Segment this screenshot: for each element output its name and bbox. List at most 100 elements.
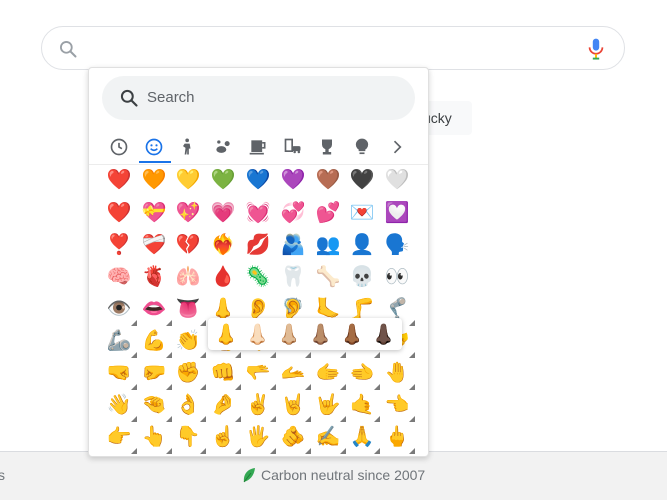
emoji-cell[interactable]: 👋 xyxy=(104,389,137,422)
emoji-cell[interactable]: 🧠 xyxy=(104,261,134,291)
emoji-cell[interactable]: ❤️‍🔥 xyxy=(208,229,238,259)
emoji-cell[interactable]: 🤘 xyxy=(278,389,311,422)
emoji-cell[interactable]: 🫁 xyxy=(173,261,203,291)
emoji-cell[interactable]: 🤙 xyxy=(347,389,380,422)
emoji-cell[interactable]: 🤎 xyxy=(313,164,343,194)
emoji-cell[interactable]: 👤 xyxy=(347,229,377,259)
emoji-cell[interactable]: 👅 xyxy=(173,293,206,326)
emoji-cell[interactable]: 💀 xyxy=(347,261,377,291)
emoji-cell[interactable]: 💛 xyxy=(173,164,203,194)
emoji-cell[interactable]: ✍️ xyxy=(313,421,346,454)
emoji-cell[interactable]: 💟 xyxy=(382,197,412,227)
emoji-cell[interactable]: ❣️ xyxy=(104,229,134,259)
emoji-cell[interactable]: 👌 xyxy=(173,389,206,422)
skin-tone-option[interactable]: 👃🏼 xyxy=(274,319,304,349)
emoji-cell[interactable]: 👊 xyxy=(208,357,241,390)
emoji-cell[interactable]: 👁️ xyxy=(104,293,137,326)
emoji-cell[interactable]: ☝️ xyxy=(208,421,241,454)
emoji-cell[interactable]: 🤌 xyxy=(208,389,241,422)
skin-tone-popup: 👃 👃🏻 👃🏼 👃🏽 👃🏾 👃🏿 xyxy=(208,318,402,350)
emoji-cell[interactable]: 🤚 xyxy=(382,357,415,390)
emoji-cell[interactable]: 💕 xyxy=(313,197,343,227)
emoji-cell[interactable]: 👆 xyxy=(139,421,172,454)
emoji-cell[interactable]: 🫱 xyxy=(313,357,346,390)
emoji-cell[interactable]: 🖐️ xyxy=(243,421,276,454)
category-food[interactable] xyxy=(247,136,269,158)
emoji-cell[interactable]: 👥 xyxy=(313,229,343,259)
emoji-cell[interactable]: 🙏 xyxy=(347,421,380,454)
emoji-cell[interactable]: 🤛 xyxy=(139,357,172,390)
main-search-bar[interactable] xyxy=(41,26,625,70)
emoji-cell[interactable]: 🦷 xyxy=(278,261,308,291)
emoji-cell[interactable]: 🤜 xyxy=(104,357,137,390)
emoji-cell[interactable]: 🫂 xyxy=(278,229,308,259)
emoji-cell[interactable]: 🤏 xyxy=(139,389,172,422)
emoji-cell[interactable]: 💋 xyxy=(243,229,273,259)
skin-tone-option[interactable]: 👃🏾 xyxy=(337,319,367,349)
category-travel[interactable] xyxy=(282,136,304,158)
emoji-cell[interactable]: 💔 xyxy=(173,229,203,259)
skin-tone-option[interactable]: 👃 xyxy=(211,319,241,349)
person-icon xyxy=(183,138,191,155)
emoji-cell[interactable]: 💗 xyxy=(208,197,238,227)
emoji-cell[interactable]: 👏 xyxy=(173,325,206,358)
emoji-cell[interactable]: 👇 xyxy=(173,421,206,454)
emoji-cell[interactable]: 🫴 xyxy=(278,357,311,390)
emoji-cell[interactable]: 🧡 xyxy=(139,164,169,194)
emoji-cell[interactable]: 🦴 xyxy=(313,261,343,291)
microphone-icon[interactable] xyxy=(586,37,606,61)
emoji-cell[interactable]: 🫵 xyxy=(278,421,311,454)
search-icon xyxy=(59,41,77,58)
category-objects[interactable] xyxy=(351,136,373,158)
emoji-cell[interactable]: ❤️ xyxy=(104,197,134,227)
emoji-picker-panel: Search ❤️ 🧡 💛 💚 💙 💜 🤎 🖤 🤍 ❤️ 💝 💖 💗 💓 💞 💕… xyxy=(88,67,429,457)
smiley-icon xyxy=(145,138,163,156)
emoji-cell[interactable]: 💞 xyxy=(278,197,308,227)
emoji-cell[interactable]: 💪 xyxy=(139,325,172,358)
emoji-cell[interactable]: 💝 xyxy=(139,197,169,227)
leaf-icon xyxy=(243,468,255,483)
emoji-cell[interactable]: 🩸 xyxy=(208,261,238,291)
emoji-cell[interactable]: 💓 xyxy=(243,197,273,227)
emoji-cell[interactable]: 🫳 xyxy=(243,357,276,390)
emoji-cell[interactable]: 🦠 xyxy=(243,261,273,291)
emoji-cell[interactable]: 🗣️ xyxy=(382,229,412,259)
emoji-cell[interactable]: 👀 xyxy=(382,261,412,291)
emoji-cell[interactable]: 💖 xyxy=(173,197,203,227)
emoji-cell[interactable]: 🫲 xyxy=(347,357,380,390)
emoji-cell[interactable]: 👉 xyxy=(104,421,137,454)
emoji-cell[interactable]: 🖕 xyxy=(382,421,415,454)
emoji-cell[interactable]: ✊ xyxy=(173,357,206,390)
category-next[interactable] xyxy=(386,136,408,158)
emoji-cell[interactable]: ❤️‍🩹 xyxy=(139,229,169,259)
emoji-cell[interactable]: 💌 xyxy=(347,197,377,227)
emoji-cell[interactable]: 👈 xyxy=(382,389,415,422)
search-icon xyxy=(120,89,138,107)
emoji-cell[interactable]: 💜 xyxy=(278,164,308,194)
skin-tone-option[interactable]: 👃🏻 xyxy=(243,319,273,349)
emoji-cell[interactable]: 🤟 xyxy=(313,389,346,422)
emoji-cell[interactable]: 🦾 xyxy=(104,325,137,358)
emoji-cell[interactable]: 🫀 xyxy=(139,261,169,291)
emoji-cell[interactable]: 💚 xyxy=(208,164,238,194)
emoji-cell[interactable]: ❤️ xyxy=(104,164,134,194)
emoji-cell[interactable]: 🤍 xyxy=(382,164,412,194)
category-activities[interactable] xyxy=(316,136,338,158)
category-recent[interactable] xyxy=(108,136,130,158)
emoji-grid: ❤️ 🧡 💛 💚 💙 💜 🤎 🖤 🤍 ❤️ 💝 💖 💗 💓 💞 💕 💌 💟 ❣️ ❤️‍🩹 💔 ❤️‍🔥 💋 🫂 👥 👤 🗣️ 🧠 🫀 🫁… xyxy=(89,164,428,456)
category-people[interactable] xyxy=(177,136,199,158)
emoji-cell[interactable]: 💙 xyxy=(243,164,273,194)
skin-tone-option[interactable]: 👃🏿 xyxy=(369,319,399,349)
category-smileys[interactable] xyxy=(143,136,165,158)
emoji-cell[interactable]: 🖤 xyxy=(347,164,377,194)
emoji-search-placeholder: Search xyxy=(147,89,195,106)
emoji-category-bar xyxy=(89,130,428,165)
emoji-cell[interactable]: 👄 xyxy=(139,293,172,326)
carbon-neutral-link[interactable]: Carbon neutral since 2007 xyxy=(242,467,425,483)
skin-tone-option[interactable]: 👃🏽 xyxy=(306,319,336,349)
emoji-search-input[interactable]: Search xyxy=(102,76,415,120)
travel-icon xyxy=(284,138,301,154)
footer-left-text[interactable]: s xyxy=(0,467,5,483)
category-animals[interactable] xyxy=(212,136,234,158)
emoji-cell[interactable]: ✌️ xyxy=(243,389,276,422)
